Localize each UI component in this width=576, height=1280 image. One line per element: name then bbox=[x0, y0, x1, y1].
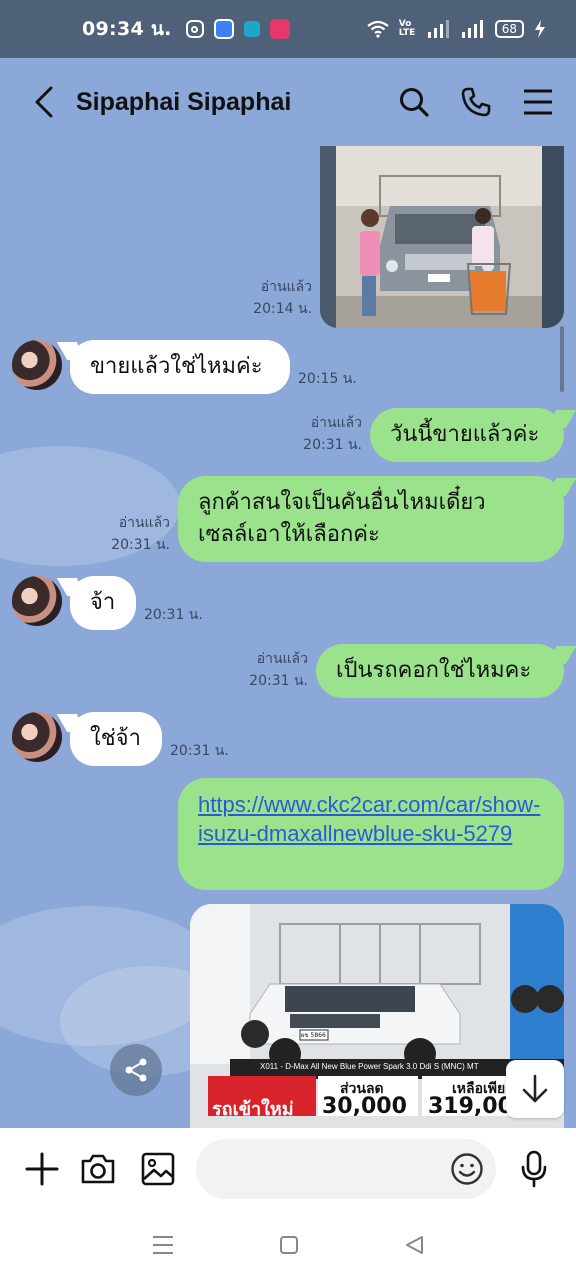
charging-icon bbox=[535, 20, 545, 38]
outgoing-message[interactable]: ลูกค้าสนใจเป็นคันอื่นไหมเดี๋ยว เซลล์เอาใ… bbox=[178, 476, 564, 562]
recents-icon[interactable] bbox=[152, 1235, 174, 1255]
message-time: 20:31 น. bbox=[170, 743, 229, 759]
card-caption: X011 - D-Max All New Blue Power Spark 3.… bbox=[260, 1062, 479, 1071]
call-button[interactable] bbox=[460, 86, 492, 118]
notification-icons bbox=[185, 19, 290, 39]
app-notification-icon bbox=[243, 21, 260, 37]
home-icon[interactable] bbox=[279, 1235, 299, 1255]
message-input[interactable] bbox=[196, 1139, 496, 1199]
camera-icon bbox=[81, 1154, 115, 1184]
share-icon bbox=[125, 1058, 147, 1082]
message-text-line2: เซลล์เอาให้เลือกค่ะ bbox=[198, 522, 380, 547]
camera-button[interactable] bbox=[78, 1149, 118, 1189]
incoming-message[interactable]: ใช่จ้า bbox=[70, 712, 162, 766]
card-remain-value: 319,00 bbox=[428, 1094, 513, 1119]
message-time: 20:31 น. bbox=[144, 607, 203, 623]
message-time: 20:31 น. bbox=[111, 537, 170, 553]
instagram-icon bbox=[185, 20, 204, 38]
incoming-message[interactable]: จ้า bbox=[70, 576, 136, 630]
share-button[interactable] bbox=[110, 1044, 162, 1096]
sent-photo-message[interactable] bbox=[320, 146, 564, 328]
signal-icon-2 bbox=[461, 20, 483, 38]
message-time: 20:31 น. bbox=[303, 437, 362, 453]
hamburger-menu-icon bbox=[524, 89, 552, 115]
message-text-line1: ลูกค้าสนใจเป็นคันอื่นไหมเดี๋ยว bbox=[198, 490, 486, 515]
search-icon bbox=[400, 88, 429, 117]
incoming-message[interactable]: ขายแล้วใช่ไหมค่ะ bbox=[70, 340, 290, 394]
outgoing-message[interactable]: วันนี้ขายแล้วค่ะ bbox=[370, 408, 564, 462]
scroll-to-bottom-button[interactable] bbox=[506, 1060, 564, 1118]
card-promo: รถเข้าใหม่ bbox=[212, 1099, 294, 1120]
read-status: อ่านแล้ว bbox=[118, 515, 170, 531]
signal-icon-1 bbox=[427, 20, 449, 38]
menu-button[interactable] bbox=[522, 86, 554, 118]
contact-avatar[interactable] bbox=[12, 712, 62, 762]
status-time: 09:34 น. bbox=[82, 18, 172, 40]
wifi-icon bbox=[367, 20, 389, 38]
scrollbar[interactable] bbox=[560, 326, 564, 392]
message-link[interactable]: https://www.ckc2car.com/car/show-isuzu-d… bbox=[198, 792, 540, 846]
chevron-left-icon bbox=[35, 86, 53, 118]
search-button[interactable] bbox=[398, 86, 430, 118]
microphone-icon bbox=[521, 1150, 547, 1188]
outgoing-link-message[interactable]: https://www.ckc2car.com/car/show-isuzu-d… bbox=[178, 778, 564, 890]
gallery-button[interactable] bbox=[138, 1149, 178, 1189]
volte-label: Vo LTE bbox=[398, 19, 416, 38]
status-bar: 09:34 น. Vo LTE 68 bbox=[0, 0, 576, 58]
image-icon bbox=[141, 1152, 175, 1186]
message-text: จ้า bbox=[90, 590, 116, 615]
battery-level: 68 bbox=[494, 20, 524, 38]
message-text: ขายแล้วใช่ไหมค่ะ bbox=[90, 354, 263, 379]
read-status: อ่านแล้ว bbox=[310, 415, 362, 431]
read-receipt: อ่านแล้ว 20:31 น. bbox=[226, 648, 308, 692]
contact-avatar[interactable] bbox=[12, 576, 62, 626]
message-time: 20:31 น. bbox=[249, 673, 308, 689]
read-receipt: อ่านแล้ว 20:31 น. bbox=[282, 412, 362, 456]
message-time: 20:15 น. bbox=[298, 371, 357, 387]
card-plate: ผข 5866 bbox=[301, 1032, 326, 1039]
message-text: ใช่จ้า bbox=[90, 726, 141, 751]
read-receipt: อ่านแล้ว 20:31 น. bbox=[88, 512, 170, 556]
outgoing-message[interactable]: เป็นรถคอกใช่ไหมคะ bbox=[316, 644, 564, 698]
message-text: วันนี้ขายแล้วค่ะ bbox=[390, 422, 540, 447]
message-text: เป็นรถคอกใช่ไหมคะ bbox=[336, 658, 532, 683]
lazada-icon bbox=[269, 19, 290, 39]
message-input-bar bbox=[0, 1128, 576, 1210]
chat-header: Sipaphai Sipaphai bbox=[0, 58, 576, 146]
messenger-icon bbox=[213, 19, 234, 39]
back-button[interactable] bbox=[24, 82, 64, 122]
card-discount-value: 30,000 bbox=[322, 1094, 407, 1119]
contact-avatar[interactable] bbox=[12, 340, 62, 390]
read-status: อ่านแล้ว bbox=[256, 651, 308, 667]
message-time: 20:14 น. bbox=[253, 301, 312, 317]
system-nav-bar bbox=[0, 1210, 576, 1280]
system-indicators: Vo LTE 68 bbox=[367, 20, 546, 38]
contact-name[interactable]: Sipaphai Sipaphai bbox=[76, 88, 291, 117]
phone-icon bbox=[461, 87, 491, 117]
photo-car-with-people bbox=[320, 146, 564, 328]
arrow-down-icon bbox=[522, 1074, 548, 1103]
chat-area[interactable]: อ่านแล้ว 20:14 น. ขายแล้วใช่ไหมค่ะ 20:15… bbox=[0, 146, 576, 1128]
read-receipt: อ่านแล้ว 20:14 น. bbox=[230, 276, 312, 320]
add-button[interactable] bbox=[22, 1149, 62, 1189]
plus-icon bbox=[25, 1152, 59, 1186]
emoji-icon[interactable] bbox=[450, 1152, 484, 1186]
read-status: อ่านแล้ว bbox=[260, 279, 312, 295]
voice-button[interactable] bbox=[514, 1149, 554, 1189]
back-nav-icon[interactable] bbox=[404, 1235, 424, 1255]
